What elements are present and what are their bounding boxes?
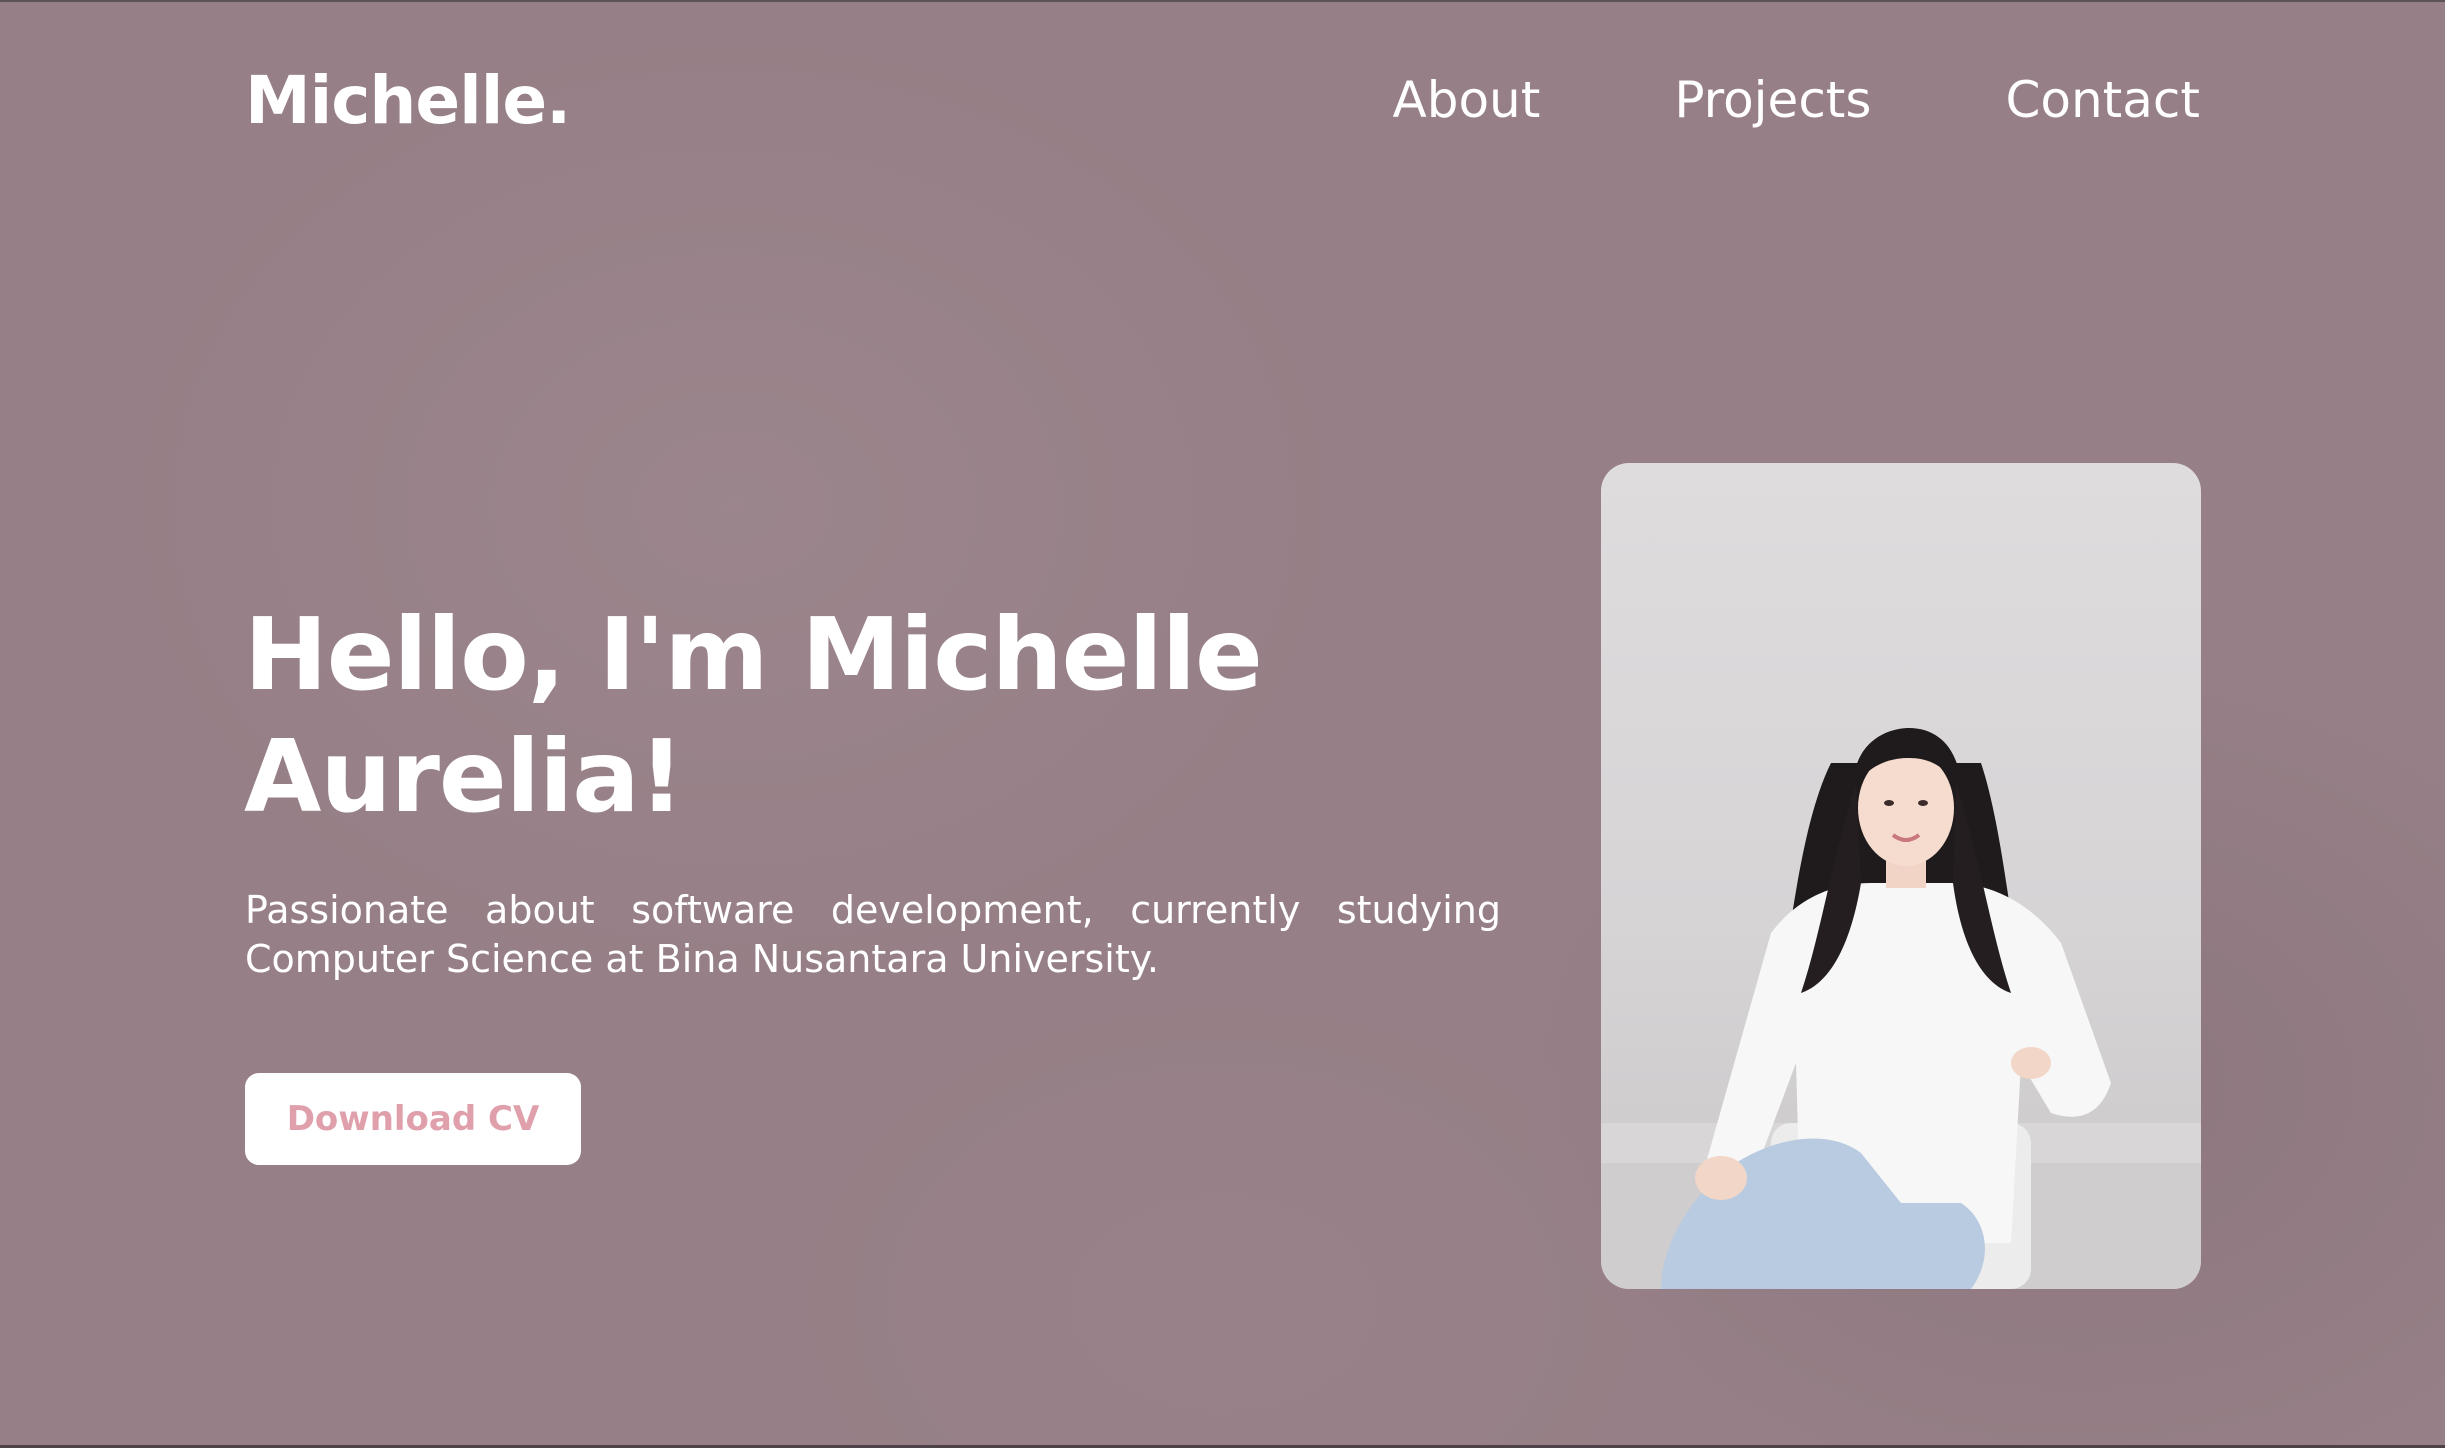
top-navigation: Michelle. About Projects Contact xyxy=(245,50,2200,150)
hero-title-line1: Hello, I'm Michelle xyxy=(244,596,1263,713)
page: Michelle. About Projects Contact Hello, … xyxy=(0,0,2445,1448)
portrait-illustration xyxy=(1601,728,2201,1289)
profile-photo xyxy=(1601,463,2201,1289)
nav-link-contact[interactable]: Contact xyxy=(2005,71,2200,129)
nav-links: About Projects Contact xyxy=(1393,71,2200,129)
download-cv-button[interactable]: Download CV xyxy=(245,1073,581,1165)
nav-link-about[interactable]: About xyxy=(1393,71,1541,129)
nav-link-projects[interactable]: Projects xyxy=(1674,71,1871,129)
hero-title-line2: Aurelia! xyxy=(244,718,684,835)
hero-title: Hello, I'm Michelle Aurelia! xyxy=(244,594,1544,838)
hero-description: Passionate about software development, c… xyxy=(245,888,1501,981)
site-logo[interactable]: Michelle. xyxy=(245,62,571,139)
